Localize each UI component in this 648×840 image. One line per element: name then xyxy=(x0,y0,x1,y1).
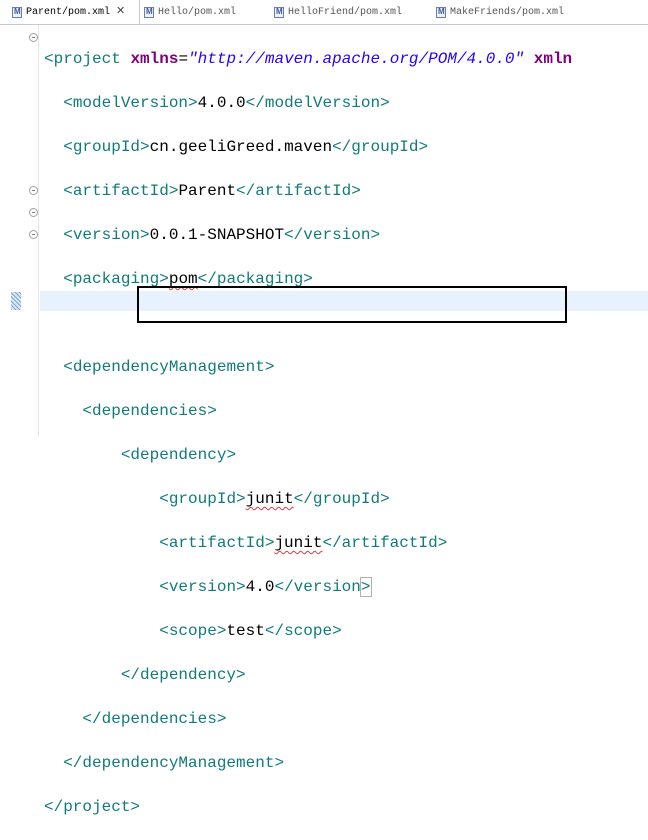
code-line: <artifactId>Parent</artifactId> xyxy=(63,182,361,200)
code-line: <version>0.0.1-SNAPSHOT</version> xyxy=(63,226,381,244)
annotation-highlight-box xyxy=(137,286,567,323)
code-line: <scope>test</scope> xyxy=(159,622,342,640)
tab-label: HelloFriend/pom.xml xyxy=(288,6,403,18)
gutter-divider xyxy=(38,25,39,437)
code-line: <project xmlns="http://maven.apache.org/… xyxy=(44,50,573,68)
code-line: <artifactId>junit</artifactId> xyxy=(159,534,448,552)
fold-toggle-icon[interactable] xyxy=(29,208,38,217)
code-line: <modelVersion>4.0.0</modelVersion> xyxy=(63,94,390,112)
maven-file-icon xyxy=(12,6,22,18)
fold-toggle-icon[interactable] xyxy=(29,186,38,195)
code-line: <dependency> xyxy=(120,446,237,464)
fold-toggle-icon[interactable] xyxy=(29,230,38,239)
fold-toggle-icon[interactable] xyxy=(29,33,38,42)
code-line: <dependencyManagement> xyxy=(63,358,275,376)
code-line-current: <version>4.0</version> xyxy=(159,577,372,597)
tab-hello-pom[interactable]: Hello/pom.xml xyxy=(144,0,236,24)
maven-file-icon xyxy=(436,6,446,18)
tab-makefriends-pom[interactable]: MakeFriends/pom.xml xyxy=(436,0,564,24)
change-marker-icon xyxy=(11,292,21,310)
code-line: </project> xyxy=(44,798,141,816)
maven-file-icon xyxy=(144,6,154,18)
maven-file-icon xyxy=(274,6,284,18)
tab-hellofriend-pom[interactable]: HelloFriend/pom.xml xyxy=(274,0,402,24)
code-line: </dependencyManagement> xyxy=(63,754,285,772)
code-line: <groupId>cn.geeliGreed.maven</groupId> xyxy=(63,138,429,156)
code-line: </dependency> xyxy=(120,666,246,684)
code-line: <groupId>junit</groupId> xyxy=(159,490,390,508)
tab-parent-pom[interactable]: Parent/pom.xml ✕ xyxy=(0,0,140,24)
tab-label: MakeFriends/pom.xml xyxy=(450,6,565,18)
tab-label: Parent/pom.xml xyxy=(26,6,111,18)
code-line: <dependencies> xyxy=(82,402,217,420)
xml-editor[interactable]: <project xmlns="http://maven.apache.org/… xyxy=(44,26,572,840)
code-line: </dependencies> xyxy=(82,710,227,728)
tab-label: Hello/pom.xml xyxy=(158,6,237,18)
close-icon[interactable]: ✕ xyxy=(116,7,125,18)
editor-tab-bar: Parent/pom.xml ✕ Hello/pom.xml HelloFrie… xyxy=(0,0,648,25)
